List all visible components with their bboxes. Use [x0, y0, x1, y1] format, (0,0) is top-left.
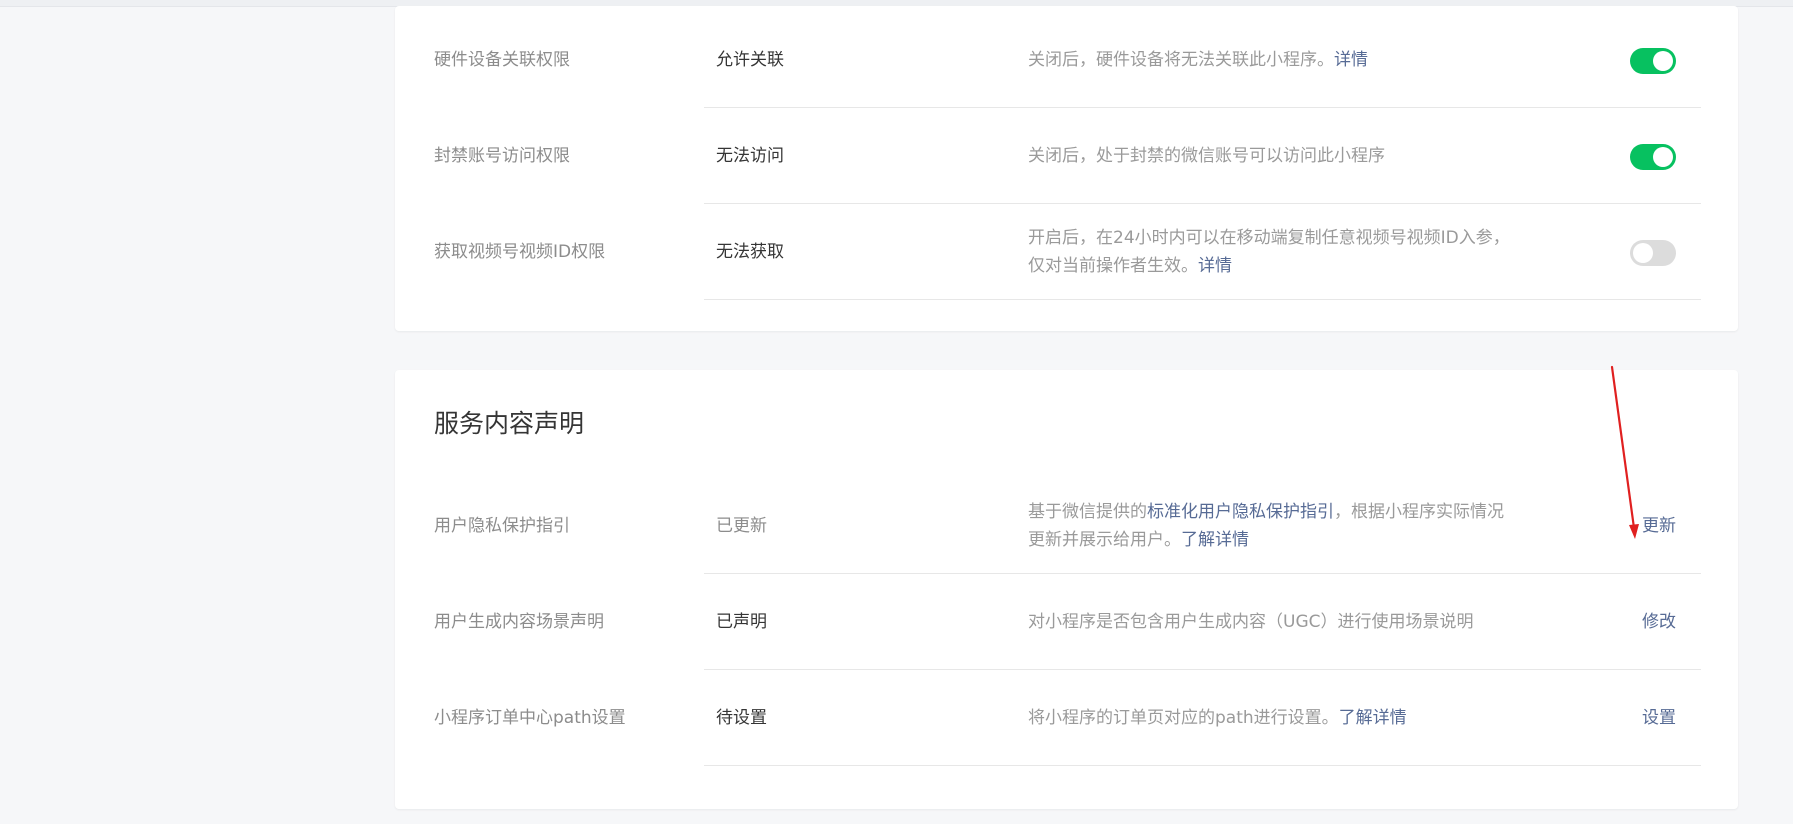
- description-line-2: 仅对当前操作者生效。: [1028, 256, 1198, 276]
- permission-description: 关闭后，处于封禁的微信账号可以访问此小程序: [1028, 108, 1548, 204]
- service-item-description: 将小程序的订单页对应的path进行设置。了解详情: [1028, 670, 1548, 766]
- permission-row-banned-account: 封禁账号访问权限 无法访问 关闭后，处于封禁的微信账号可以访问此小程序: [395, 108, 1738, 204]
- service-item-status: 待设置: [716, 708, 767, 728]
- learn-more-link[interactable]: 了解详情: [1181, 530, 1249, 550]
- row-divider: [704, 765, 1701, 766]
- set-button[interactable]: 设置: [1642, 670, 1676, 766]
- service-item-name: 小程序订单中心path设置: [434, 708, 626, 728]
- description-text: 基于微信提供的: [1028, 502, 1147, 522]
- description-line-1: 开启后，在24小时内可以在移动端复制任意视频号视频ID入参，: [1028, 228, 1510, 248]
- modify-button[interactable]: 修改: [1642, 574, 1676, 670]
- update-button[interactable]: 更新: [1642, 478, 1676, 574]
- service-item-description: 对小程序是否包含用户生成内容（UGC）进行使用场景说明: [1028, 574, 1548, 670]
- hardware-permission-toggle[interactable]: [1630, 48, 1676, 74]
- service-item-name: 用户隐私保护指引: [434, 516, 570, 536]
- service-item-description: 基于微信提供的标准化用户隐私保护指引，根据小程序实际情况 更新并展示给用户。了解…: [1028, 478, 1548, 574]
- description-text: ，根据小程序实际情况: [1334, 502, 1504, 522]
- toggle-knob: [1653, 51, 1673, 71]
- row-divider: [704, 299, 1701, 300]
- description-text: 关闭后，硬件设备将无法关联此小程序。: [1028, 50, 1334, 70]
- permission-status: 无法获取: [716, 242, 784, 262]
- toggle-knob: [1633, 243, 1653, 263]
- description-text: 对小程序是否包含用户生成内容（UGC）进行使用场景说明: [1028, 612, 1474, 632]
- permission-name: 封禁账号访问权限: [434, 146, 570, 166]
- description-text: 将小程序的订单页对应的path进行设置。: [1028, 708, 1339, 728]
- details-link[interactable]: 详情: [1334, 50, 1368, 70]
- service-item-status: 已声明: [716, 612, 767, 632]
- description-line-2: 更新并展示给用户。: [1028, 530, 1181, 550]
- video-id-permission-toggle[interactable]: [1630, 240, 1676, 266]
- section-title: 服务内容声明: [434, 409, 585, 438]
- service-row-privacy-guide: 用户隐私保护指引 已更新 基于微信提供的标准化用户隐私保护指引，根据小程序实际情…: [395, 478, 1738, 574]
- permission-description: 开启后，在24小时内可以在移动端复制任意视频号视频ID入参， 仅对当前操作者生效…: [1028, 204, 1548, 300]
- description-text: 关闭后，处于封禁的微信账号可以访问此小程序: [1028, 146, 1385, 166]
- permission-status: 无法访问: [716, 146, 784, 166]
- learn-more-link[interactable]: 了解详情: [1339, 708, 1407, 728]
- permission-status: 允许关联: [716, 50, 784, 70]
- permission-description: 关闭后，硬件设备将无法关联此小程序。详情: [1028, 12, 1548, 108]
- service-item-status: 已更新: [716, 516, 767, 536]
- service-item-name: 用户生成内容场景声明: [434, 612, 604, 632]
- permission-name: 获取视频号视频ID权限: [434, 242, 606, 262]
- permission-row-hardware: 硬件设备关联权限 允许关联 关闭后，硬件设备将无法关联此小程序。详情: [395, 12, 1738, 108]
- toggle-knob: [1653, 147, 1673, 167]
- permission-row-video-id: 获取视频号视频ID权限 无法获取 开启后，在24小时内可以在移动端复制任意视频号…: [395, 204, 1738, 300]
- service-row-order-path: 小程序订单中心path设置 待设置 将小程序的订单页对应的path进行设置。了解…: [395, 670, 1738, 766]
- permission-name: 硬件设备关联权限: [434, 50, 570, 70]
- banned-account-permission-toggle[interactable]: [1630, 144, 1676, 170]
- permissions-card: 硬件设备关联权限 允许关联 关闭后，硬件设备将无法关联此小程序。详情 封禁账号访…: [395, 6, 1738, 331]
- details-link[interactable]: 详情: [1198, 256, 1232, 276]
- service-declaration-card: 服务内容声明 用户隐私保护指引 已更新 基于微信提供的标准化用户隐私保护指引，根…: [395, 370, 1738, 809]
- service-row-ugc: 用户生成内容场景声明 已声明 对小程序是否包含用户生成内容（UGC）进行使用场景…: [395, 574, 1738, 670]
- privacy-guide-link[interactable]: 标准化用户隐私保护指引: [1147, 502, 1334, 522]
